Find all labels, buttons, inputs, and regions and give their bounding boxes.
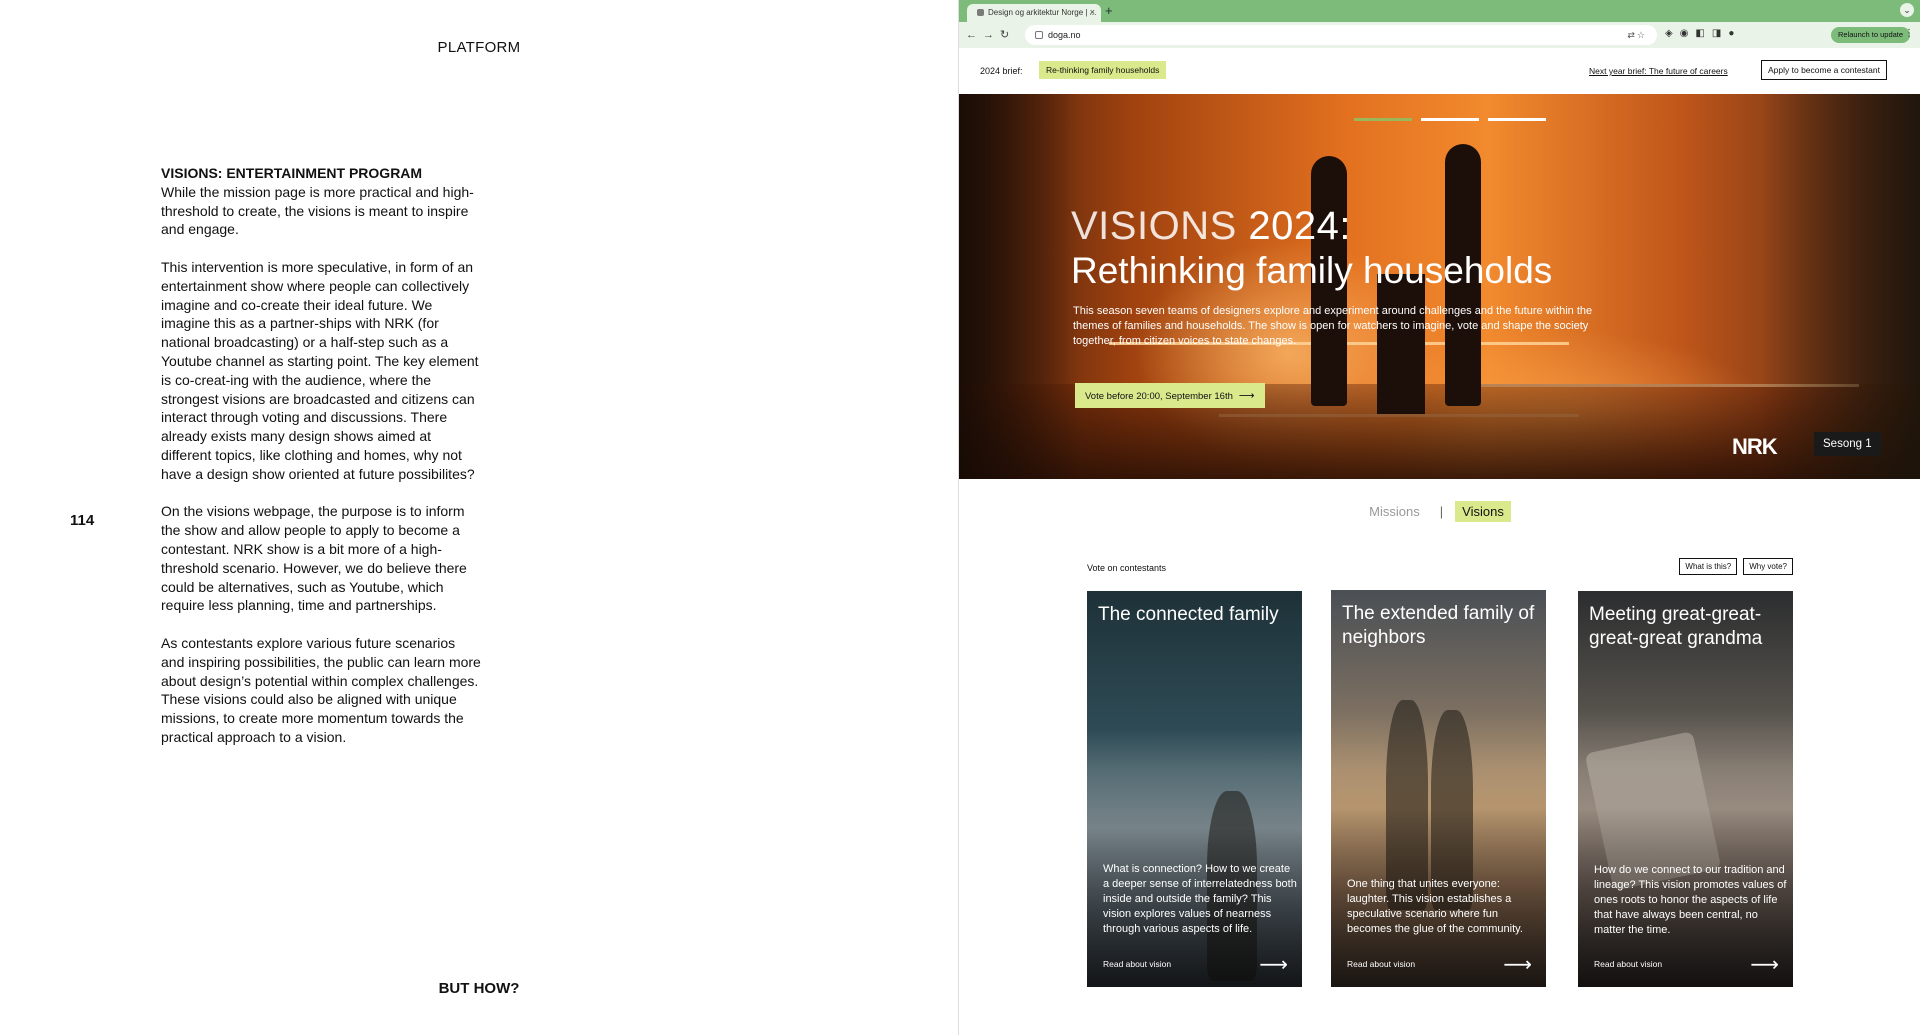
read-more-link[interactable]: Read about vision [1594,959,1662,969]
hero-banner: VISIONS 2024: Rethinking family househol… [959,94,1920,479]
section-heading: VISIONS: ENTERTAINMENT PROGRAM [161,165,423,181]
apply-button[interactable]: Apply to become a contestant [1761,60,1887,80]
url-text: doga.no [1048,30,1081,40]
why-vote-button[interactable]: Why vote? [1743,558,1793,575]
vote-button[interactable]: Vote before 20:00, September 16th ⟶ [1075,383,1265,408]
card-description: How do we connect to our tradition and l… [1594,864,1787,936]
vision-card[interactable]: Meeting great-great-great-great grandma … [1578,591,1793,987]
brief-tag[interactable]: Re-thinking family households [1039,61,1167,79]
chevron-down-icon[interactable]: ⌄ [1900,3,1914,17]
tab-missions[interactable]: Missions [1369,504,1420,519]
tab-separator: | [1439,504,1444,519]
card-description: One thing that unites everyone: laughter… [1347,878,1523,935]
hero-title-visions: VISIONS [1071,204,1237,248]
slide-indicator[interactable] [1354,118,1412,121]
vision-card[interactable]: The extended family of neighbors One thi… [1331,590,1546,987]
relaunch-button[interactable]: Relaunch to update [1831,27,1911,43]
slide-indicator[interactable] [1488,118,1546,121]
browser-window: Design og arkitektur Norge | ... × + ⌄ ←… [958,0,1920,1035]
plant-shadow-right [1761,94,1920,479]
card-title: Meeting great-great-great-great grandma [1589,604,1763,649]
section-tabs: Missions | Visions [959,501,1920,522]
arrow-right-icon[interactable]: ⟶ [1259,952,1288,977]
page-header: PLATFORM [437,39,521,56]
hero-title-year: 2024: [1248,204,1351,248]
vote-help-buttons: What is this? Why vote? [1673,558,1793,575]
tab-title: Design og arkitektur Norge | ... [988,8,1097,17]
site-info-icon[interactable] [1035,31,1043,39]
what-is-this-button[interactable]: What is this? [1679,558,1738,575]
back-icon[interactable]: ← [966,29,983,41]
page-footer: BUT HOW? [438,980,520,997]
card-title: The extended family of neighbors [1342,603,1535,648]
card-description: What is connection? How to we create a d… [1103,863,1297,935]
page-number: 114 [70,512,95,529]
menu-icon[interactable]: ⋮ [1904,28,1914,39]
slide-indicator[interactable] [1421,118,1479,121]
book-page: PLATFORM VISIONS: ENTERTAINMENT PROGRAM … [0,0,958,1035]
paragraph: This intervention is more speculative, i… [161,258,479,482]
extension-icons[interactable]: ◈◉◧◨● [1665,28,1741,39]
hero-title: VISIONS 2024: [1071,204,1351,249]
paragraph: While the mission page is more practical… [161,183,474,238]
next-brief-link[interactable]: Next year brief: The future of careers [1589,66,1728,76]
reload-icon[interactable]: ↻ [1000,29,1015,41]
nav-buttons[interactable]: ←→↻ [966,28,1015,41]
read-more-link[interactable]: Read about vision [1347,959,1415,969]
new-tab-icon[interactable]: + [1105,3,1113,18]
paragraph: As contestants explore various future sc… [161,634,481,745]
vote-button-label: Vote before 20:00, September 16th [1085,391,1233,402]
site-header: 2024 brief: Re-thinking family household… [959,48,1920,94]
hero-subtitle: Rethinking family households [1071,250,1553,291]
tab-visions[interactable]: Visions [1455,501,1511,522]
forward-icon[interactable]: → [983,29,1000,41]
brief-label: 2024 brief: [980,66,1023,76]
vote-label: Vote on contestants [1087,563,1167,573]
read-more-link[interactable]: Read about vision [1103,959,1171,969]
plant-shadow-left [959,94,1079,479]
body-text: VISIONS: ENTERTAINMENT PROGRAM While the… [161,164,481,766]
translate-bookmark-icons[interactable]: ⇄☆ [1627,30,1647,41]
browser-toolbar: ←→↻ doga.no ⇄☆ ◈◉◧◨● Relaunch to update … [959,22,1920,48]
arrow-right-icon: ⟶ [1238,390,1255,402]
favicon-icon [977,9,984,16]
address-bar[interactable]: doga.no ⇄☆ [1025,25,1657,45]
card-title: The connected family [1098,604,1279,625]
close-tab-icon[interactable]: × [1090,7,1095,17]
arrow-right-icon[interactable]: ⟶ [1750,952,1779,977]
arrow-right-icon[interactable]: ⟶ [1503,952,1532,977]
vision-card[interactable]: The connected family What is connection?… [1087,591,1302,987]
paragraph: On the visions webpage, the purpose is t… [161,503,467,614]
slide-progress[interactable] [1354,108,1555,126]
nrk-logo: NRK [1732,434,1778,459]
tab-strip: Design og arkitektur Norge | ... × + ⌄ [959,0,1920,22]
season-badge: Sesong 1 [1814,432,1881,456]
hero-description: This season seven teams of designers exp… [1073,305,1593,347]
browser-tab[interactable]: Design og arkitektur Norge | ... × [967,4,1101,22]
